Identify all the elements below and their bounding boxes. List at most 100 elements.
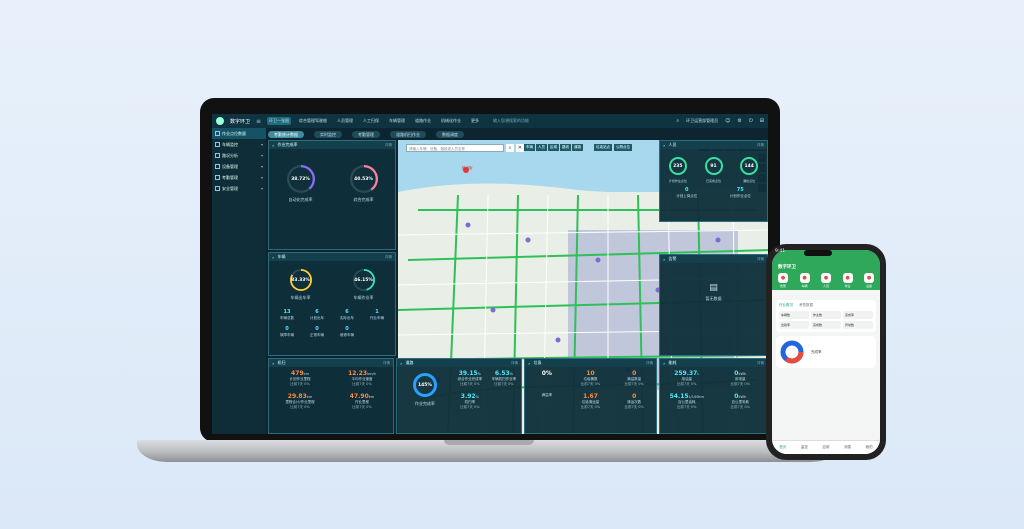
gauge-ring: 38.72% (286, 165, 315, 193)
phone-shortcut[interactable]: ● 车辆 (799, 273, 810, 288)
map-search-input[interactable]: 请输入车牌、设备、路段或人员名称 (406, 144, 504, 152)
gauge-ring: 83.33% (289, 269, 312, 291)
task-icon: ● (842, 273, 853, 283)
layer-toilet-button[interactable]: 公厕点位 (614, 144, 632, 151)
metric-item: 259.37L 用油量 比前7天 0% (660, 367, 714, 390)
gauge-ring: 46.15% (352, 269, 375, 291)
close-icon[interactable]: ✕ (516, 144, 524, 152)
metric-unit: km/h (367, 372, 376, 376)
gauge-value: 38.72% (291, 176, 310, 182)
user-name[interactable]: 环卫运营部管理员 (686, 118, 718, 124)
phone-tile: 完成率 (843, 311, 873, 319)
phone-nav-home[interactable]: 首页 (779, 445, 786, 450)
logo-icon (216, 117, 224, 125)
metric-value: 1.67 (583, 393, 598, 400)
nav-item-4[interactable]: 人工扫保 (361, 117, 381, 125)
stat-value: 1 (375, 309, 379, 315)
filter-vehicle[interactable]: 车辆 (524, 144, 535, 151)
double-arrow-icon: » (272, 254, 275, 260)
tab-1[interactable]: 考勤统计数据 (268, 130, 304, 138)
power-icon[interactable]: ⏻ (749, 118, 753, 124)
metric-compare: 比前7天 0% (460, 382, 480, 386)
panel-header: » 作业完成率 详情 (269, 141, 395, 149)
phone-tab-overview[interactable]: 作业概况 (779, 303, 793, 308)
grid-icon[interactable]: ⊞ (760, 118, 764, 124)
phone-tile: 完成数 (811, 321, 841, 329)
sidebar-item-road[interactable]: 路况分析 ▾ (212, 150, 266, 161)
settings-icon[interactable]: ⚙ (737, 118, 741, 124)
layer-garbage-button[interactable]: 垃圾站点 (594, 144, 612, 151)
phone-nav-profile[interactable]: 我的 (866, 445, 873, 450)
nav-item-6[interactable]: 道路作业 (413, 117, 433, 125)
search-icon[interactable]: ⌕ (506, 144, 514, 152)
phone-tile: 作业数 (811, 311, 841, 319)
sidebar-item-points[interactable]: 作业点位数量 (212, 128, 266, 139)
menu-icon[interactable]: ≡ (256, 118, 261, 125)
tab-4[interactable]: 道路机扫作业 (390, 130, 426, 138)
nav-item-2[interactable]: 综合管理驾驶舱 (297, 117, 329, 125)
panel-more-link[interactable]: 详情 (385, 143, 392, 148)
filter-route[interactable]: 路线 (560, 144, 571, 151)
nav-item-7[interactable]: 机械化作业 (439, 117, 463, 125)
gauge-value: 46.15% (354, 277, 373, 283)
tab-bar: 考勤统计数据 实时监控 考勤管理 道路机扫作业 数据调度 (268, 130, 766, 138)
metric-value: 39.15 (458, 370, 478, 377)
metric-unit: kWh (738, 372, 747, 376)
panel-more-link[interactable]: 详情 (757, 143, 764, 148)
panel-header: » 机扫 详情 (269, 359, 393, 367)
tab-5[interactable]: 数据调度 (436, 130, 464, 138)
filter-area[interactable]: 区域 (548, 144, 559, 151)
sidebar-item-device[interactable]: 设备管理 ▾ (212, 161, 266, 172)
sidebar-item-attendance[interactable]: 考勤管理 ▾ (212, 172, 266, 183)
search-icon[interactable]: ⌕ (676, 118, 679, 124)
top-search-input[interactable]: 输入您想搜索的功能 (493, 118, 529, 124)
nav-item-3[interactable]: 人员管理 (335, 117, 355, 125)
chevron-down-icon: ▾ (260, 153, 263, 158)
nav-item-more[interactable]: 更多 (469, 117, 481, 125)
panel-more-link[interactable]: 详情 (511, 361, 518, 366)
sidebar-item-safety[interactable]: 安全管理 ▾ (212, 183, 266, 194)
phone-nav-monitor[interactable]: 监控 (801, 445, 808, 450)
phone-header: 数字环卫 ● 告警 ● 车辆 ● 人员 ● 作业 ● 设备 (772, 250, 880, 290)
phone-card: 作业概况 考勤数据 车辆数 作业数 完成率 出勤率 完成数 异常数 (776, 300, 876, 332)
phone-nav-messages[interactable]: 消息 (844, 445, 851, 450)
double-arrow-icon: » (663, 360, 666, 366)
phone-shortcut[interactable]: ● 设备 (864, 273, 874, 288)
phone-shortcut[interactable]: ● 人员 (821, 273, 831, 288)
chevron-down-icon: ▾ (260, 175, 263, 180)
shield-icon (215, 186, 220, 191)
nav-item-5[interactable]: 车辆管理 (387, 117, 407, 125)
stat-item: 0 正常车辆 (303, 326, 331, 338)
sidebar-item-vehicle[interactable]: 车辆监控 ▾ (212, 139, 266, 150)
stat-value: 0 (345, 326, 349, 332)
filter-road[interactable]: 道路 (572, 144, 583, 151)
panel-title: 车辆 (277, 254, 286, 259)
panel-header: » 垃圾 详情 (525, 359, 656, 367)
vehicle-icon (215, 142, 220, 147)
gauge-row: 38.72% 自动化完成率 40.53% 综合完成率 (269, 149, 395, 203)
gauge-auto: 38.72% 自动化完成率 (286, 165, 315, 203)
tab-2[interactable]: 实时监控 (314, 130, 342, 138)
metric-compare: 比前7天 0% (730, 382, 750, 386)
panel-more-link[interactable]: 详情 (383, 361, 390, 366)
stat-item: 0 故障车辆 (273, 326, 301, 338)
tab-3[interactable]: 考勤管理 (352, 130, 380, 138)
double-arrow-icon: » (663, 256, 666, 262)
panel-more-link[interactable]: 详情 (385, 255, 392, 260)
panel-more-link[interactable]: 详情 (757, 257, 764, 262)
nav-item-1[interactable]: 环卫一张图 (267, 117, 292, 125)
phone-shortcut[interactable]: ● 告警 (778, 273, 788, 288)
phone-shortcut[interactable]: ● 作业 (842, 273, 853, 288)
panel-title: 道路 (405, 360, 414, 365)
people-icon: ● (821, 273, 831, 283)
metric-value: 12.23 (348, 370, 368, 377)
filter-people[interactable]: 人员 (536, 144, 547, 151)
user-icon[interactable]: ☺ (725, 118, 730, 124)
phone-tab-attendance[interactable]: 考勤数据 (799, 303, 813, 308)
metric-item: 满溢率 (525, 390, 569, 413)
panel-more-link[interactable]: 详情 (646, 361, 653, 366)
metric-grid: 479km 计划作业里程 比前7天 0% 12.23km/h 平均作业速度 比前7天 0… (269, 367, 393, 413)
panel-more-link[interactable]: 详情 (757, 361, 764, 366)
metric-item: 479km 计划作业里程 比前7天 0% (269, 367, 331, 390)
phone-nav-apps[interactable]: 应用 (822, 445, 829, 450)
